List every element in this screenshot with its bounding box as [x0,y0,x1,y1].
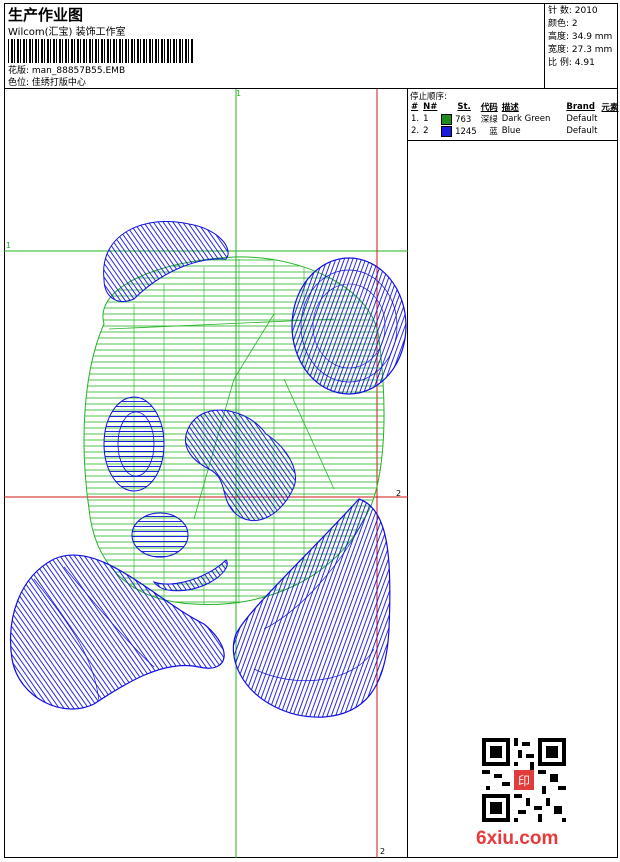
col-index: # [411,102,419,112]
stop-sequence-table: # N# St. 代码 描述 Brand 元素 1. 1 763 深绿 Dark… [409,101,620,137]
design-canvas: 1 1 2 2 [4,89,408,858]
stitch-value: 1245 [455,126,477,137]
stamp-mark: 印 [518,774,530,788]
design-height: 高度: 34.9 mm [548,32,613,42]
company-name: Wilcom(汇宝) 装饰工作室 [8,27,126,38]
stats-panel: 针 数: 2010 颜色: 2 高度: 34.9 mm 宽度: 27.3 mm … [545,3,618,89]
page-title: 生产作业图 [8,6,84,24]
row-code: 深绿 [480,115,498,125]
row-needle: 2 [423,126,429,136]
stitch-count: 针 数: 2010 [548,6,598,16]
color-swatch [441,113,453,125]
row-index: 1. [411,114,420,124]
stitch-value: 763 [455,114,472,125]
row-element [599,125,620,137]
row-stitches: 1245 [439,125,478,137]
row-desc: Dark Green [501,114,551,124]
panda-nose [131,512,189,558]
col-element: 元素 [601,103,619,113]
barcode [8,39,193,63]
row-code: 蓝 [489,127,498,137]
col-brand: Brand [566,102,595,112]
stop-sequence-panel: 停止顺序: # N# St. 代码 描述 Brand 元素 1. 1 763 深… [408,89,618,141]
guide-label-green-top: 1 [236,89,242,98]
design-width: 宽度: 27.3 mm [548,45,613,55]
table-header: # N# St. 代码 描述 Brand 元素 [409,101,620,113]
qr-code: 印 [482,738,566,822]
design-scale: 比 例: 4.91 [548,58,595,68]
col-needle: N# [423,102,438,112]
panda-left-eye [103,396,165,492]
row-desc: Blue [501,126,521,136]
color-position: 色位: 佳绣打版中心 [8,78,86,88]
embroidery-preview [4,89,408,858]
col-stitches: St. [457,102,471,112]
col-desc: 描述 [501,103,519,113]
row-element [599,113,620,125]
row-brand: Default [566,114,598,124]
row-index: 2. [411,126,420,136]
guide-label-red-bottom: 2 [380,847,386,856]
col-code: 代码 [480,103,498,113]
table-row: 2. 2 1245 蓝 Blue Default [409,125,620,137]
header-panel: 生产作业图 Wilcom(汇宝) 装饰工作室 花版: man_88857B55.… [4,3,545,89]
brand-logo[interactable]: 6xiu.com [476,828,558,850]
row-brand: Default [566,126,598,136]
row-stitches: 763 [439,113,478,125]
color-count: 颜色: 2 [548,19,578,29]
table-row: 1. 1 763 深绿 Dark Green Default [409,113,620,125]
color-swatch [441,125,453,137]
guide-label-red-right: 2 [396,489,402,498]
guide-label-green-left: 1 [6,241,12,250]
panda-right-ear [291,257,407,395]
row-needle: 1 [423,114,429,124]
